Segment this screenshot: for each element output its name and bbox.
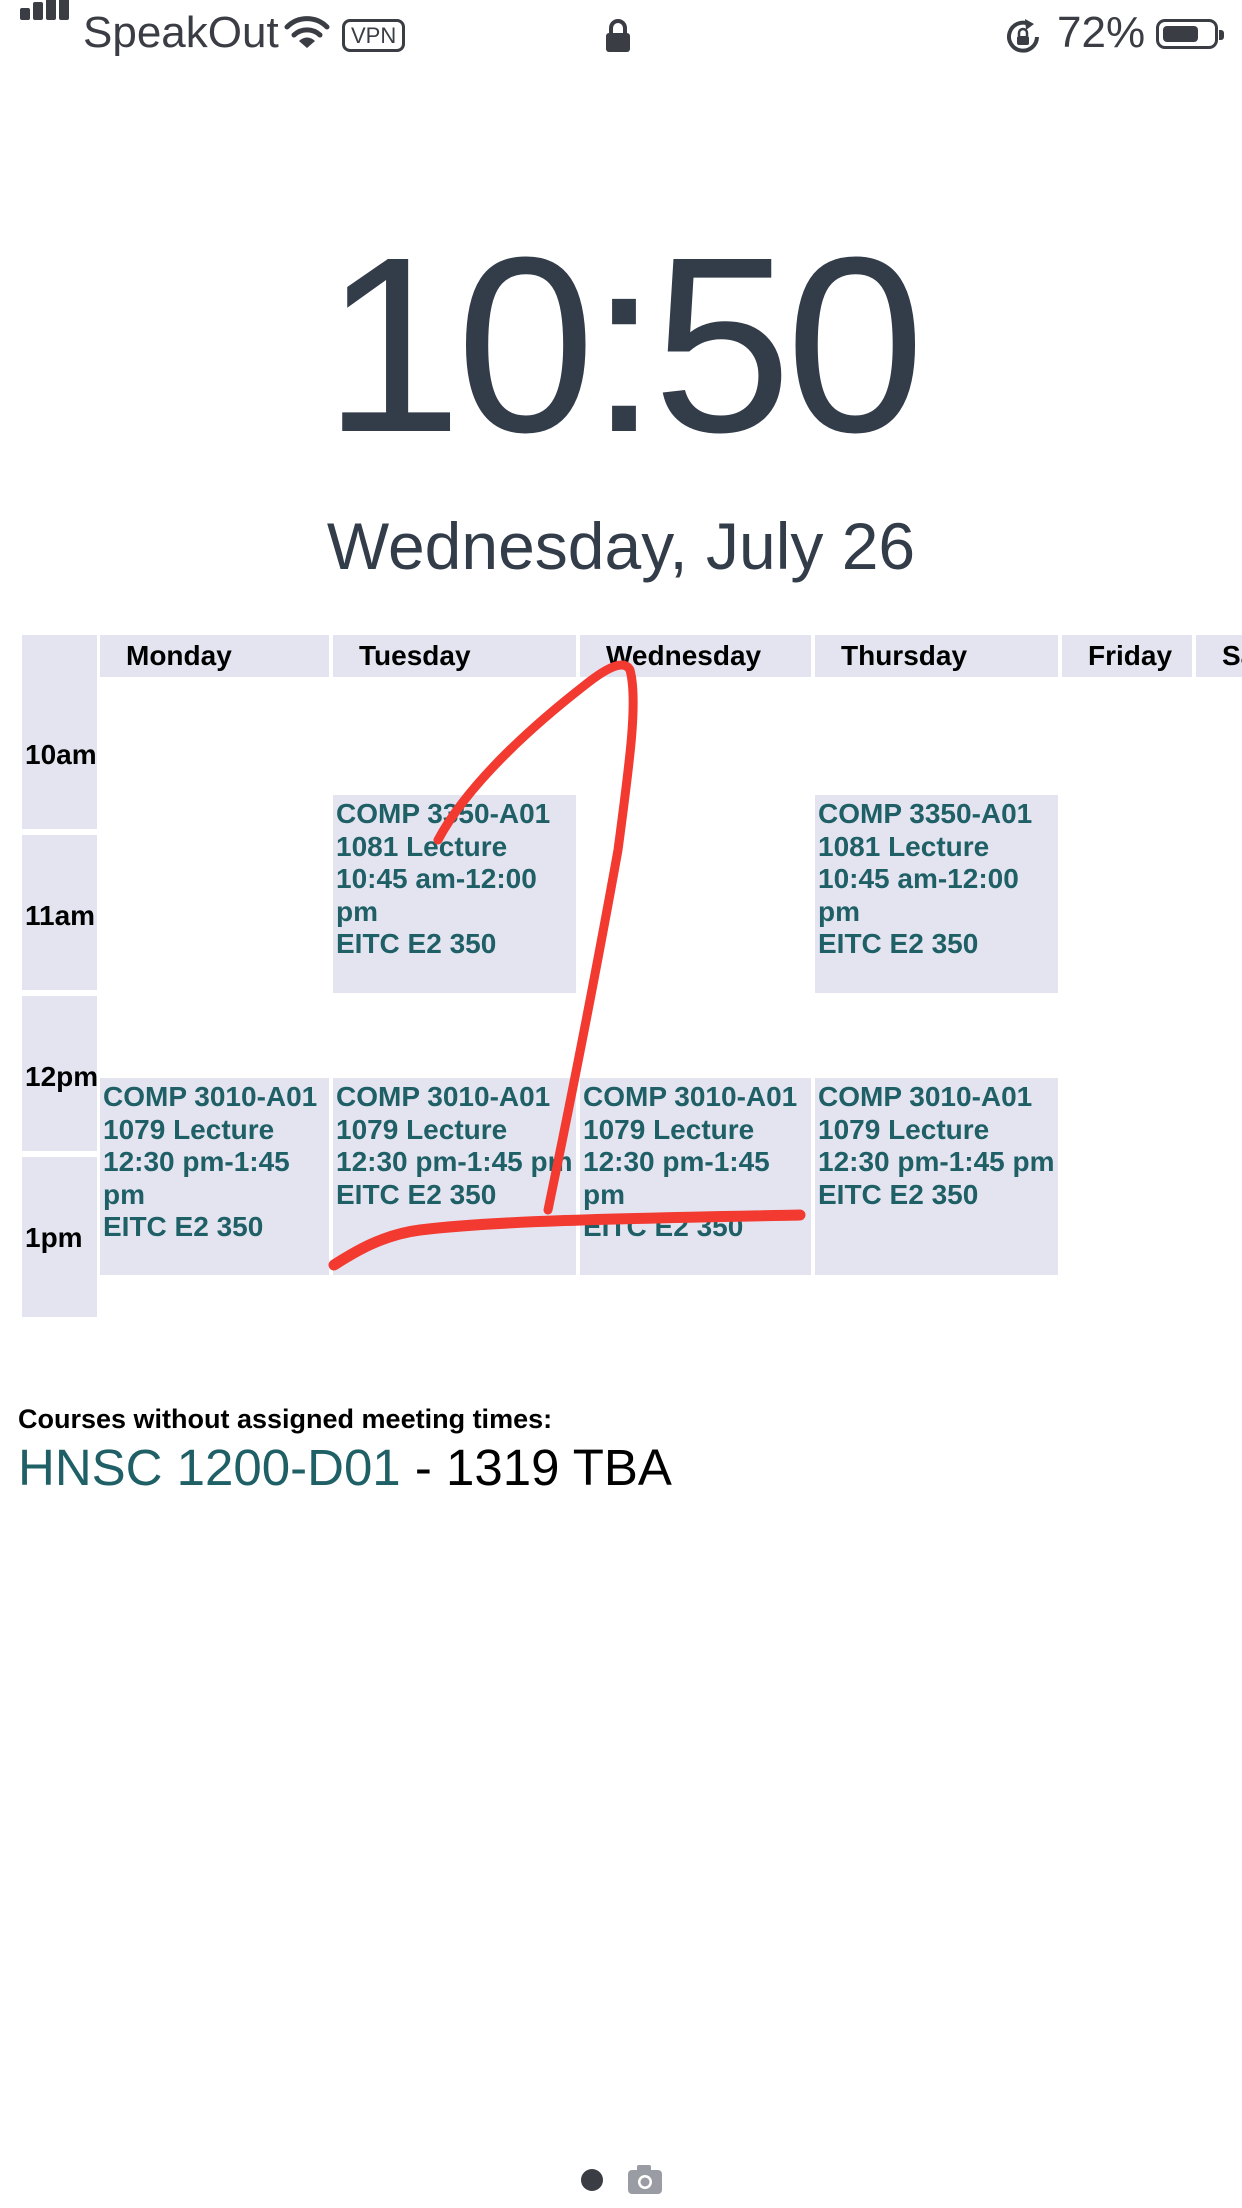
- lock-screen-time: 10:50: [323, 205, 925, 484]
- event-time: 12:30 pm-1:45 pm: [336, 1146, 573, 1177]
- event-thursday-comp3010: COMP 3010-A01 1079 Lecture 12:30 pm-1:45…: [815, 1078, 1058, 1275]
- vpn-badge: VPN: [342, 19, 406, 52]
- event-section: 1079 Lecture: [818, 1113, 990, 1145]
- event-room: EITC E2 350: [818, 1178, 979, 1210]
- day-header-tuesday: Tuesday: [333, 635, 576, 677]
- event-course: COMP 3010-A01: [583, 1081, 798, 1112]
- event-room: EITC E2 350: [818, 928, 979, 959]
- event-section: 1081 Lecture: [818, 830, 990, 862]
- time-label-12pm: 12pm: [22, 996, 98, 1151]
- time-label-10am: 10am: [22, 674, 97, 829]
- no-meeting-course-code: HNSC 1200-D01: [18, 1439, 401, 1496]
- event-time: 12:30 pm-1:45 pm: [583, 1146, 770, 1210]
- camera-icon: [628, 2165, 662, 2194]
- day-header-monday: Monday: [100, 635, 329, 677]
- no-meeting-label: Courses without assigned meeting times:: [18, 1404, 553, 1434]
- carrier-name: SpeakOut: [83, 8, 279, 57]
- schedule-table: Monday Tuesday Wednesday Thursday Friday…: [0, 625, 1242, 1325]
- event-section: 1079 Lecture: [103, 1113, 275, 1145]
- event-section: 1081 Lecture: [336, 830, 508, 862]
- event-course: COMP 3010-A01: [336, 1081, 551, 1112]
- event-wednesday-comp3010: COMP 3010-A01 1079 Lecture 12:30 pm-1:45…: [580, 1078, 811, 1275]
- event-course: COMP 3350-A01: [818, 798, 1033, 829]
- event-room: EITC E2 350: [336, 928, 497, 959]
- time-label-1pm: 1pm: [22, 1157, 97, 1317]
- wifi-icon: [284, 16, 330, 48]
- status-bar: SpeakOut VPN 72%: [0, 0, 1242, 72]
- event-tuesday-comp3350: COMP 3350-A01 1081 Lecture 10:45 am-12:0…: [333, 795, 576, 993]
- no-meeting-course: HNSC 1200-D01 - 1319 TBA: [18, 1438, 672, 1497]
- battery-percent: 72%: [1057, 8, 1146, 57]
- event-room: EITC E2 350: [103, 1211, 264, 1242]
- rotation-lock-icon: [1007, 19, 1039, 53]
- event-time: 12:30 pm-1:45 pm: [818, 1146, 1055, 1177]
- event-course: COMP 3010-A01: [103, 1081, 318, 1112]
- event-room: EITC E2 350: [583, 1211, 744, 1242]
- event-room: EITC E2 350: [336, 1178, 497, 1210]
- event-monday-comp3010: COMP 3010-A01 1079 Lecture 12:30 pm-1:45…: [100, 1078, 329, 1275]
- no-meeting-course-detail: - 1319 TBA: [400, 1439, 672, 1496]
- time-label-11am: 11am: [22, 835, 97, 990]
- event-time: 12:30 pm-1:45 pm: [103, 1146, 290, 1210]
- page-dot-icon: [581, 2169, 603, 2191]
- event-thursday-comp3350: COMP 3350-A01 1081 Lecture 10:45 am-12:0…: [815, 795, 1058, 993]
- battery-icon: [1156, 19, 1224, 49]
- event-time: 10:45 am-12:00 pm: [336, 863, 537, 927]
- event-course: COMP 3010-A01: [818, 1081, 1033, 1112]
- event-section: 1079 Lecture: [336, 1113, 508, 1145]
- event-tuesday-comp3010: COMP 3010-A01 1079 Lecture 12:30 pm-1:45…: [333, 1078, 576, 1275]
- corner-header-cell: [22, 635, 97, 677]
- lock-icon: [606, 19, 630, 52]
- day-header-saturday: Sa: [1196, 635, 1242, 677]
- event-time: 10:45 am-12:00 pm: [818, 863, 1019, 927]
- event-course: COMP 3350-A01: [336, 798, 551, 829]
- day-header-friday: Friday: [1062, 635, 1192, 677]
- day-header-thursday: Thursday: [815, 635, 1058, 677]
- event-section: 1079 Lecture: [583, 1113, 755, 1145]
- page-indicator: [581, 2165, 662, 2194]
- day-header-wednesday: Wednesday: [580, 635, 811, 677]
- lock-screen-date: Wednesday, July 26: [326, 509, 916, 583]
